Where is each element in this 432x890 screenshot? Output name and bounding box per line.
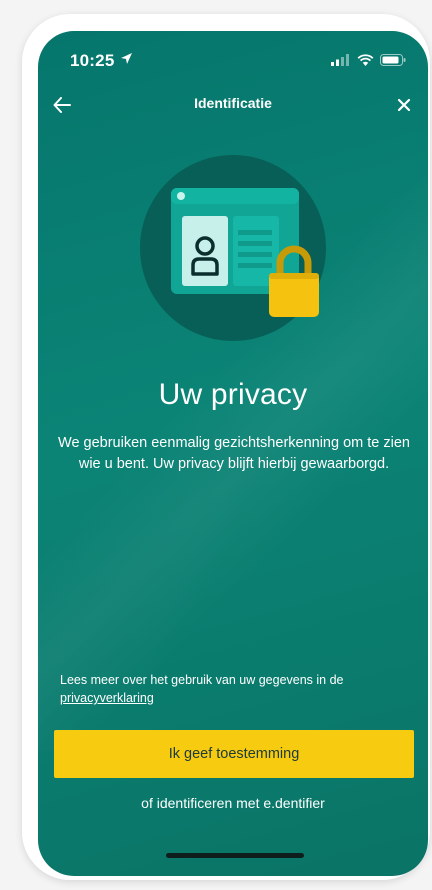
app-screen: 10:25 Identificatie Uw privacy We gebrui…: [38, 31, 428, 876]
privacy-illustration: [138, 153, 328, 343]
edentifier-link[interactable]: of identificeren met e.dentifier: [38, 795, 428, 811]
close-icon[interactable]: [390, 91, 418, 119]
battery-icon: [380, 53, 406, 71]
info-text: Lees meer over het gebruik van uw gegeve…: [60, 671, 410, 707]
page-title: Identificatie: [194, 95, 272, 111]
headline: Uw privacy: [158, 378, 308, 411]
info-prefix: Lees meer over het gebruik van uw gegeve…: [60, 673, 344, 687]
wifi-icon: [357, 53, 374, 71]
privacy-statement-link[interactable]: privacyverklaring: [60, 691, 154, 705]
status-icons: [331, 53, 406, 71]
navigation-bar: Identificatie: [38, 85, 428, 125]
signal-icon: [331, 53, 351, 71]
body-text: We gebruiken eenmalig gezichtsherkenning…: [58, 435, 410, 472]
consent-button[interactable]: Ik geef toestemming: [54, 730, 414, 778]
status-bar: 10:25: [38, 31, 428, 85]
status-time: 10:25: [70, 51, 115, 70]
location-arrow-icon: [120, 52, 133, 70]
home-indicator: [166, 853, 304, 858]
